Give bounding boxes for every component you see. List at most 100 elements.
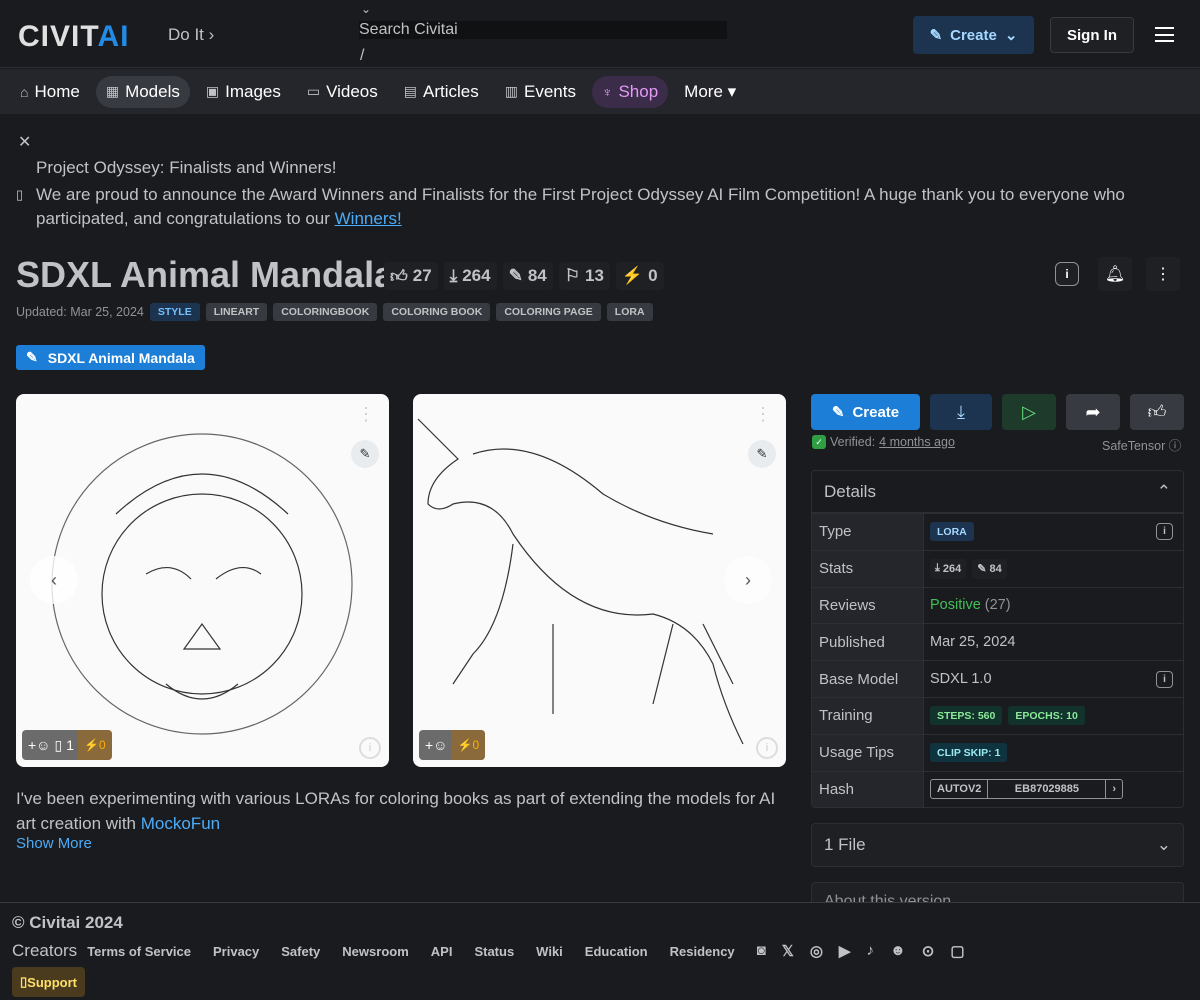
share-button[interactable]: ➦: [1066, 394, 1120, 430]
download-button[interactable]: ⤓: [930, 394, 992, 430]
mockofun-link[interactable]: MockoFun: [141, 814, 220, 833]
footer-link[interactable]: Education: [585, 944, 648, 959]
version-label: SDXL Animal Mandala: [47, 349, 195, 366]
close-icon[interactable]: ✕: [18, 132, 31, 152]
more-vertical-icon[interactable]: ⋮: [754, 404, 772, 425]
announcement-title: Project Odyssey: Finalists and Winners!: [36, 158, 337, 177]
nav-label: Images: [225, 81, 281, 101]
nav-label: Articles: [423, 81, 479, 101]
nav-events[interactable]: ▥ Events: [495, 76, 586, 108]
tiktok-icon[interactable]: ♪: [866, 942, 874, 960]
nav-home[interactable]: ⌂ Home: [10, 76, 90, 108]
footer: © Civitai 2024 Creators Terms of Service…: [0, 902, 1200, 1000]
discord-icon[interactable]: ◙: [757, 942, 766, 960]
x-icon[interactable]: 𝕏: [782, 942, 794, 960]
plus-smile-icon: +☺: [28, 737, 51, 753]
footer-link[interactable]: API: [431, 944, 453, 959]
like-button[interactable]: 👍︎: [1130, 394, 1184, 430]
tag[interactable]: STYLE: [149, 303, 200, 321]
tag[interactable]: LINEART: [205, 303, 268, 321]
tags-row: Updated: Mar 25, 2024 STYLE LINEART COLO…: [16, 303, 653, 321]
info-icon[interactable]: i: [1055, 262, 1079, 286]
tag[interactable]: COLORING PAGE: [496, 303, 601, 321]
hash-value[interactable]: EB87029885: [988, 780, 1107, 799]
share-icon: ➦: [1085, 401, 1101, 422]
reddit-icon[interactable]: ☻: [890, 942, 906, 960]
nav-images[interactable]: ▣ Images: [196, 76, 291, 108]
instagram-icon[interactable]: ◎: [810, 942, 823, 960]
bell-plus-icon[interactable]: 🔔︎: [1098, 257, 1132, 291]
detail-row-training: Training STEPS: 560 EPOCHS: 10: [812, 696, 1183, 734]
likes-stat[interactable]: 👍︎ 27: [384, 262, 438, 290]
version-button[interactable]: ✎ SDXL Animal Mandala: [16, 345, 205, 370]
downloads-stat: ⤓ 264: [443, 262, 497, 290]
play-button[interactable]: ▷: [1002, 394, 1056, 430]
reactions-bar[interactable]: +☺ ⚡ 0: [419, 730, 486, 760]
show-more-link[interactable]: Show More: [16, 835, 92, 852]
do-it-link[interactable]: Do It ›: [168, 25, 214, 45]
twitch-icon[interactable]: ▢: [950, 942, 964, 960]
nav-videos[interactable]: ▭ Videos: [297, 76, 388, 108]
download-icon: ⤓: [935, 562, 940, 575]
nav-articles[interactable]: ▤ Articles: [394, 76, 489, 108]
likes-count: 27: [412, 266, 432, 285]
tag[interactable]: COLORING BOOK: [383, 303, 491, 321]
civitai-logo[interactable]: CIVITAI: [18, 20, 129, 54]
brush-icon[interactable]: ✎: [748, 440, 776, 468]
more-vertical-icon[interactable]: ⋮: [357, 404, 375, 425]
buzz-count: 0: [648, 266, 658, 285]
info-icon[interactable]: i: [1156, 523, 1173, 541]
page-title: SDXL Animal Mandala: [16, 254, 395, 295]
github-icon[interactable]: ⊙: [922, 942, 935, 960]
footer-link[interactable]: Safety: [281, 944, 320, 959]
type-badge: LORA: [930, 522, 974, 542]
info-icon[interactable]: i: [1156, 670, 1173, 688]
info-icon[interactable]: i: [359, 737, 381, 759]
footer-link-creators[interactable]: Creators: [12, 941, 77, 961]
detail-row-reviews: Reviews Positive (27): [812, 586, 1183, 624]
footer-link[interactable]: Privacy: [213, 944, 259, 959]
carousel-next-button[interactable]: ›: [724, 556, 772, 604]
nav-shop[interactable]: ♆ Shop: [591, 75, 669, 108]
brush-icon[interactable]: ✎: [351, 440, 379, 468]
generations-count: 84: [527, 266, 547, 285]
brush-icon: ✎: [977, 563, 987, 576]
reviews-link[interactable]: Positive: [930, 597, 981, 613]
footer-link[interactable]: Newsroom: [342, 944, 408, 959]
reactions-bar[interactable]: +☺ ▯ 1 ⚡ 0: [22, 730, 112, 760]
generations-count: 84: [989, 562, 1002, 575]
lightning-icon: ⚡: [621, 266, 644, 285]
footer-link[interactable]: Wiki: [536, 944, 563, 959]
tag[interactable]: COLORINGBOOK: [273, 303, 378, 321]
menu-icon[interactable]: [1155, 27, 1174, 42]
nav-more[interactable]: More ▾: [674, 76, 746, 108]
tag[interactable]: LORA: [606, 303, 653, 321]
buzz-stat[interactable]: ⚡ 0: [615, 262, 664, 290]
footer-link[interactable]: Status: [474, 944, 514, 959]
verified-date-link[interactable]: 4 months ago: [879, 435, 955, 449]
winners-link[interactable]: Winners!: [335, 209, 402, 228]
nav-label: Models: [125, 81, 180, 101]
sign-in-button[interactable]: Sign In: [1050, 17, 1134, 53]
row-label: Stats: [812, 550, 924, 587]
search-input[interactable]: Search Civitai: [359, 21, 727, 39]
chevron-right-icon[interactable]: ›: [1106, 780, 1122, 798]
footer-link[interactable]: Residency: [670, 944, 735, 959]
create-button[interactable]: ✎ Create: [811, 394, 920, 430]
bookmarks-stat[interactable]: ⚐ 13: [558, 262, 610, 290]
info-icon[interactable]: i: [756, 737, 778, 759]
hash-type[interactable]: AUTOV2: [931, 780, 989, 799]
carousel-prev-button[interactable]: ‹: [30, 556, 78, 604]
footer-link[interactable]: Terms of Service: [87, 944, 191, 959]
info-icon[interactable]: ⓘ: [1169, 439, 1182, 453]
create-button[interactable]: ✎ Create ⌄: [913, 16, 1034, 54]
support-button[interactable]: ▯ Support: [12, 967, 85, 997]
nav-models[interactable]: ▦ Models: [95, 75, 190, 108]
youtube-icon[interactable]: ▶: [839, 942, 851, 960]
article-icon: ▤: [403, 83, 418, 99]
nav-label: More ▾: [684, 81, 737, 101]
hash-control[interactable]: AUTOV2 EB87029885 ›: [930, 779, 1124, 800]
details-header[interactable]: Details ⌃: [812, 471, 1183, 513]
more-vertical-icon[interactable]: ⋮: [1146, 257, 1180, 291]
files-accordion[interactable]: 1 File ⌄: [811, 823, 1184, 867]
